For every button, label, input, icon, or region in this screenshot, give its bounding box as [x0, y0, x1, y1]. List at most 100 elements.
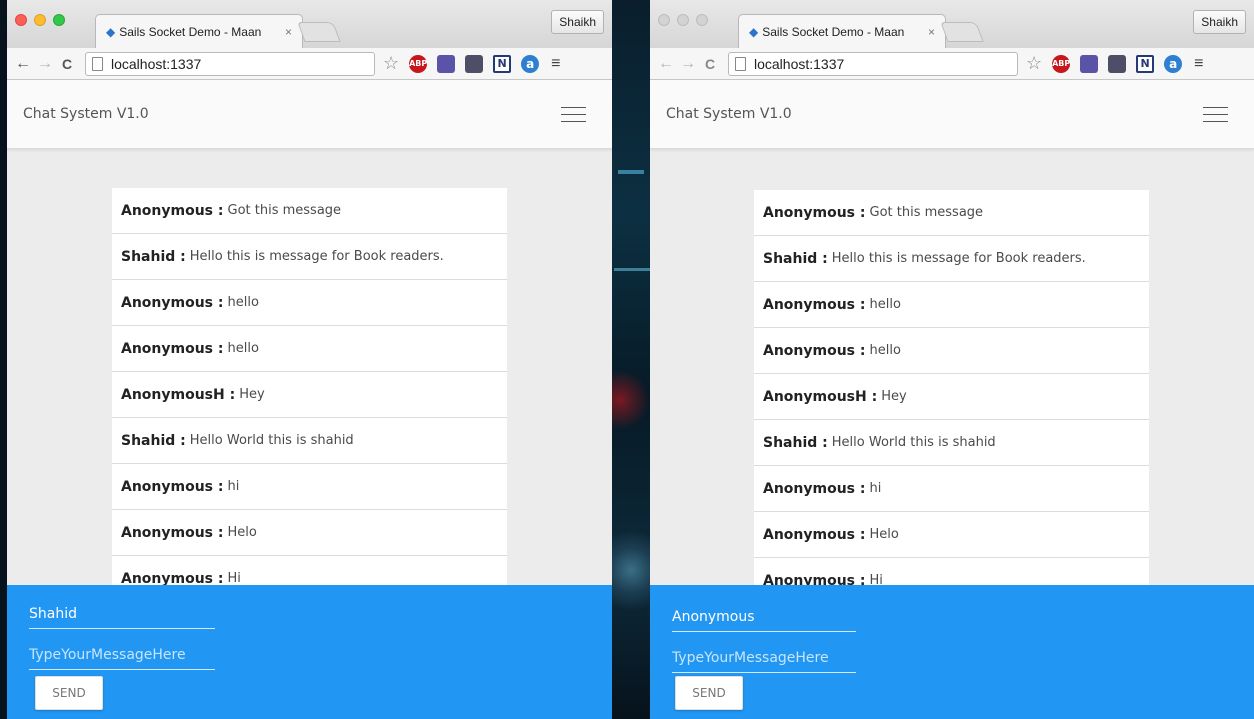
zoom-window-button[interactable]: [696, 14, 708, 26]
app-brand[interactable]: Chat System V1.0: [666, 106, 792, 122]
image-extension-icon[interactable]: [437, 54, 456, 73]
adblock-icon[interactable]: ABP: [1052, 54, 1070, 73]
username-input[interactable]: [29, 599, 215, 629]
bookmark-star-icon[interactable]: ☆: [1026, 53, 1042, 74]
tab-close-icon[interactable]: ×: [285, 25, 292, 39]
new-tab-button[interactable]: [940, 22, 984, 42]
message-input[interactable]: [29, 640, 215, 670]
list-item: Anonymous : hello: [754, 282, 1149, 328]
message-text: hello: [869, 343, 901, 358]
list-item: Shahid : Hello World this is shahid: [112, 418, 507, 464]
message-author: AnonymousH :: [763, 388, 878, 405]
chrome-menu-icon[interactable]: ≡: [1194, 55, 1203, 73]
message-text: Got this message: [227, 203, 342, 218]
username-input[interactable]: [672, 602, 856, 632]
reload-icon[interactable]: C: [700, 56, 720, 72]
browser-toolbar: ← → C localhost:1337 ☆ ABP N a ≡: [7, 48, 612, 80]
app-header: Chat System V1.0: [7, 80, 612, 149]
message-author: Anonymous :: [763, 342, 866, 359]
reload-icon[interactable]: C: [57, 56, 77, 72]
image-extension-icon[interactable]: [1080, 54, 1099, 73]
message-text: Got this message: [869, 205, 984, 220]
message-text: hi: [227, 479, 240, 494]
message-author: Anonymous :: [121, 294, 224, 311]
pocket-icon[interactable]: [465, 54, 484, 73]
list-item: Anonymous : hello: [754, 328, 1149, 374]
send-button[interactable]: SEND: [675, 676, 743, 710]
sails-icon: ◆: [749, 24, 759, 39]
list-item: Shahid : Hello World this is shahid: [754, 420, 1149, 466]
forward-icon[interactable]: →: [35, 55, 55, 73]
message-input[interactable]: [672, 643, 856, 673]
close-window-button[interactable]: [658, 14, 670, 26]
list-item: AnonymousH : Hey: [754, 374, 1149, 420]
minimize-window-button[interactable]: [34, 14, 46, 26]
browser-window-right: ◆ Sails Socket Demo - Maan × Shaikh ← → …: [650, 0, 1254, 719]
message-text: Hey: [239, 387, 265, 402]
back-icon[interactable]: ←: [656, 55, 676, 73]
page-icon: [735, 56, 746, 71]
profile-button[interactable]: Shaikh: [1193, 10, 1246, 34]
message-author: Shahid :: [763, 434, 828, 451]
address-bar[interactable]: localhost:1337: [728, 51, 1018, 76]
message-author: Anonymous :: [763, 204, 866, 221]
window-controls: [15, 14, 65, 26]
bookmark-star-icon[interactable]: ☆: [383, 53, 399, 74]
profile-button[interactable]: Shaikh: [551, 10, 604, 34]
n-extension-icon[interactable]: N: [1136, 54, 1155, 73]
message-composer: SEND: [650, 585, 1254, 719]
close-window-button[interactable]: [15, 14, 27, 26]
pocket-icon[interactable]: [1108, 54, 1127, 73]
message-author: Shahid :: [121, 432, 186, 449]
message-author: Anonymous :: [121, 202, 224, 219]
app-header: Chat System V1.0: [650, 80, 1254, 149]
a-extension-icon[interactable]: a: [1164, 54, 1183, 73]
desktop-wallpaper: [612, 0, 650, 719]
message-author: Anonymous :: [121, 524, 224, 541]
back-icon[interactable]: ←: [13, 55, 33, 73]
message-author: AnonymousH :: [121, 386, 236, 403]
app-brand[interactable]: Chat System V1.0: [23, 106, 149, 122]
message-text: hi: [869, 481, 882, 496]
message-composer: SEND: [7, 585, 612, 719]
message-text: Hello World this is shahid: [831, 435, 996, 450]
browser-tab[interactable]: ◆ Sails Socket Demo - Maan ×: [95, 14, 303, 48]
list-item: Anonymous : Helo: [112, 510, 507, 556]
list-item: Anonymous : Helo: [754, 512, 1149, 558]
minimize-window-button[interactable]: [677, 14, 689, 26]
message-text: Hey: [881, 389, 907, 404]
message-author: Shahid :: [763, 250, 828, 267]
zoom-window-button[interactable]: [53, 14, 65, 26]
browser-window-left: ◆ Sails Socket Demo - Maan × Shaikh ← → …: [7, 0, 612, 719]
list-item: Anonymous : Got this message: [754, 190, 1149, 236]
address-bar[interactable]: localhost:1337: [85, 51, 375, 76]
titlebar: ◆ Sails Socket Demo - Maan × Shaikh: [7, 0, 612, 48]
new-tab-button[interactable]: [297, 22, 341, 42]
message-author: Anonymous :: [763, 480, 866, 497]
message-text: Helo: [227, 525, 257, 540]
browser-tab[interactable]: ◆ Sails Socket Demo - Maan ×: [738, 14, 946, 48]
list-item: Shahid : Hello this is message for Book r…: [112, 234, 507, 280]
message-text: Hello this is message for Book readers.: [831, 251, 1086, 266]
adblock-icon[interactable]: ABP: [409, 54, 427, 73]
tab-close-icon[interactable]: ×: [928, 25, 935, 39]
message-list: Anonymous : Got this message Shahid : Hell…: [754, 190, 1149, 604]
hamburger-menu-icon[interactable]: [561, 106, 586, 122]
send-button[interactable]: SEND: [35, 676, 103, 710]
message-text: hello: [227, 341, 259, 356]
url-text: localhost:1337: [754, 55, 845, 72]
message-list: Anonymous : Got this message Shahid : Hell…: [112, 188, 507, 602]
message-author: Anonymous :: [763, 526, 866, 543]
message-author: Anonymous :: [121, 340, 224, 357]
forward-icon[interactable]: →: [678, 55, 698, 73]
tab-title: Sails Socket Demo - Maan: [762, 24, 905, 39]
message-author: Anonymous :: [763, 296, 866, 313]
hamburger-menu-icon[interactable]: [1203, 106, 1228, 122]
a-extension-icon[interactable]: a: [521, 54, 540, 73]
message-text: Hi: [227, 571, 241, 586]
n-extension-icon[interactable]: N: [493, 54, 512, 73]
message-author: Shahid :: [121, 248, 186, 265]
window-controls: [658, 14, 708, 26]
page-icon: [92, 56, 103, 71]
chrome-menu-icon[interactable]: ≡: [551, 55, 560, 73]
